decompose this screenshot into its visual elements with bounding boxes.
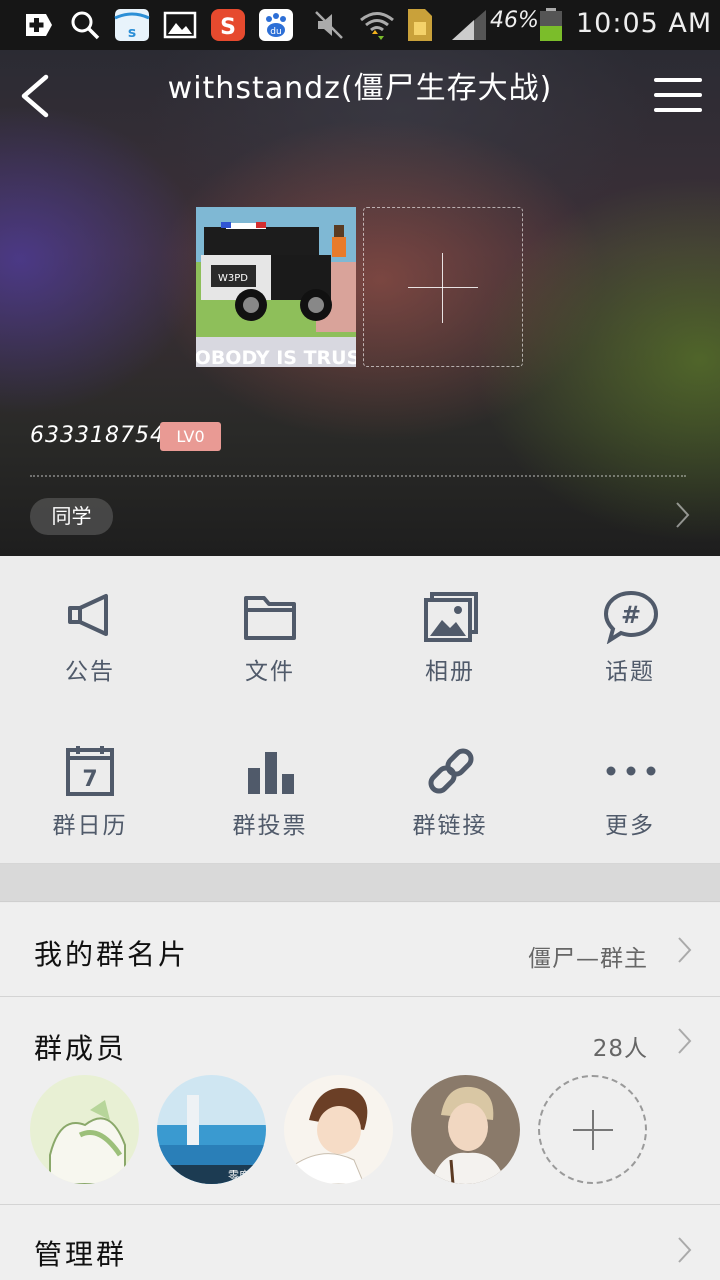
- battery-icon: [540, 8, 562, 41]
- sim-icon: [408, 9, 432, 41]
- add-icon: [26, 14, 52, 36]
- grid-label: 文件: [245, 659, 295, 685]
- row-label: 我的群名片: [34, 938, 190, 971]
- cover-plate-text: W3PD: [218, 273, 248, 284]
- group-header: withstandz(僵尸生存大战) W3PD NOBODY IS TRUST …: [0, 50, 720, 556]
- link-icon: [428, 748, 474, 794]
- more-icon: [606, 766, 656, 776]
- calendar-icon: 7: [66, 746, 114, 796]
- grid-label: 公告: [65, 659, 115, 685]
- clock: 10:05 AM: [576, 8, 713, 39]
- gallery-icon: [163, 11, 197, 39]
- grid-item-link[interactable]: 群链接: [360, 710, 540, 864]
- svg-text:S: S: [220, 15, 236, 40]
- add-member-button[interactable]: [538, 1075, 647, 1184]
- mute-icon: [315, 11, 343, 39]
- avatar-image: [411, 1075, 520, 1184]
- row-value: 僵尸—群主: [528, 946, 648, 972]
- grid-item-calendar[interactable]: 7 群日历: [0, 710, 180, 864]
- header-divider: [30, 475, 686, 477]
- level-badge: LV0: [160, 422, 221, 451]
- member-avatar[interactable]: 零度: [157, 1075, 266, 1184]
- status-bar: s S du 46% 10:05 AM: [0, 0, 720, 50]
- grid-label: 群链接: [412, 813, 488, 839]
- section-separator: [0, 864, 720, 902]
- search-icon: [71, 11, 100, 40]
- my-group-card-row[interactable]: 我的群名片 僵尸—群主: [0, 903, 720, 997]
- grid-item-vote[interactable]: 群投票: [180, 710, 360, 864]
- grid-label: 群日历: [52, 813, 128, 839]
- avatar-image: [30, 1075, 139, 1184]
- announcement-icon: [68, 594, 108, 636]
- signal-icon: [452, 10, 486, 40]
- chevron-right-icon: [678, 937, 692, 963]
- menu-icon[interactable]: [654, 78, 702, 116]
- grid-label: 相册: [425, 659, 475, 685]
- chevron-right-icon[interactable]: [672, 500, 692, 530]
- wifi-icon: [360, 12, 394, 40]
- store-icon: s: [114, 9, 150, 41]
- row-value: 28人: [592, 1036, 648, 1062]
- battery-percent: 46%: [490, 8, 539, 33]
- add-photo-button[interactable]: [363, 207, 523, 367]
- svg-text:s: s: [128, 25, 136, 41]
- feature-grid: 公告 文件 相册 # 话题 7 群日历 群投票 群链接 更多: [0, 556, 720, 864]
- folder-icon: [244, 596, 296, 640]
- chevron-right-icon: [678, 1028, 692, 1054]
- avatar-image: 零度: [157, 1075, 266, 1184]
- grid-item-album[interactable]: 相册: [360, 556, 540, 710]
- grid-item-files[interactable]: 文件: [180, 556, 360, 710]
- sogou-icon: S: [211, 9, 245, 41]
- grid-label: 更多: [605, 813, 655, 839]
- grid-item-announcement[interactable]: 公告: [0, 556, 180, 710]
- manage-group-row[interactable]: 管理群: [0, 1205, 720, 1280]
- row-label: 群成员: [34, 1032, 128, 1065]
- member-avatar[interactable]: [411, 1075, 520, 1184]
- group-tag[interactable]: 同学: [30, 498, 113, 535]
- grid-label: 话题: [605, 659, 655, 685]
- grid-item-topic[interactable]: # 话题: [540, 556, 720, 710]
- row-label: 管理群: [34, 1238, 128, 1271]
- grid-item-more[interactable]: 更多: [540, 710, 720, 864]
- group-title: withstandz(僵尸生存大战): [167, 71, 553, 106]
- cover-image: W3PD NOBODY IS TRUST: [196, 207, 356, 367]
- group-cover-photo[interactable]: W3PD NOBODY IS TRUST: [196, 207, 356, 367]
- cover-caption: NOBODY IS TRUST: [196, 347, 356, 367]
- group-id: 633318754: [30, 423, 165, 448]
- avatar-image: [284, 1075, 393, 1184]
- baidu-icon: du: [259, 9, 293, 41]
- svg-text:du: du: [270, 27, 281, 37]
- chevron-right-icon: [678, 1237, 692, 1263]
- member-avatar[interactable]: [284, 1075, 393, 1184]
- vote-icon: [248, 752, 294, 794]
- album-icon: [424, 592, 478, 642]
- topic-icon: #: [604, 590, 658, 644]
- svg-text:#: #: [621, 601, 641, 629]
- member-avatar[interactable]: [30, 1075, 139, 1184]
- back-icon[interactable]: [18, 74, 58, 118]
- calendar-day: 7: [82, 767, 97, 792]
- grid-label: 群投票: [232, 813, 308, 839]
